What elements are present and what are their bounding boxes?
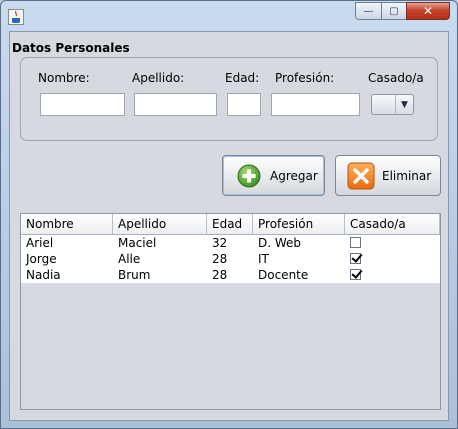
maximize-icon: ▢ <box>389 5 399 17</box>
edad-label: Edad: <box>225 71 260 85</box>
table-row[interactable]: Ariel Maciel 32 D. Web <box>21 235 440 251</box>
delete-button[interactable]: Eliminar <box>335 155 441 196</box>
minimize-icon: — <box>363 5 374 17</box>
casado-checkbox[interactable] <box>350 269 361 280</box>
add-button-label: Agregar <box>270 168 318 183</box>
cell-casado[interactable] <box>345 251 440 267</box>
maximize-button[interactable]: ▢ <box>381 2 406 20</box>
edad-input[interactable] <box>227 93 261 116</box>
profesion-label: Profesión: <box>275 71 335 85</box>
window-controls: — ▢ ✕ <box>355 2 450 21</box>
cell-profesion[interactable]: IT <box>253 251 345 267</box>
casado-checkbox[interactable] <box>350 253 361 264</box>
add-button[interactable]: Agregar <box>222 155 325 196</box>
column-header-profesion[interactable]: Profesión <box>253 214 345 234</box>
casado-combobox[interactable]: ▼ <box>371 94 414 115</box>
table-header: Nombre Apellido Edad Profesión Casado/a <box>21 214 440 235</box>
casado-checkbox[interactable] <box>350 237 361 248</box>
personal-data-panel: Nombre: Apellido: Edad: Profesión: Casad… <box>20 57 438 141</box>
column-header-edad[interactable]: Edad <box>207 214 253 234</box>
chevron-down-icon[interactable]: ▼ <box>395 95 413 114</box>
plus-icon <box>237 164 261 187</box>
close-button[interactable]: ✕ <box>406 2 450 20</box>
cell-profesion[interactable]: D. Web <box>253 235 345 251</box>
nombre-label: Nombre: <box>38 71 90 85</box>
apellido-label: Apellido: <box>132 71 185 85</box>
close-icon: ✕ <box>422 4 434 18</box>
column-header-nombre[interactable]: Nombre <box>21 214 113 234</box>
apellido-input[interactable] <box>134 93 217 116</box>
cell-nombre[interactable]: Jorge <box>21 251 113 267</box>
content-pane: Datos Personales Nombre: Apellido: Edad:… <box>9 31 449 421</box>
cell-edad[interactable]: 28 <box>207 251 253 267</box>
section-title: Datos Personales <box>12 41 130 55</box>
nombre-input[interactable] <box>40 93 125 116</box>
casado-label: Casado/a <box>368 71 424 85</box>
cell-nombre[interactable]: Ariel <box>21 235 113 251</box>
delete-button-label: Eliminar <box>382 168 432 183</box>
column-header-casado[interactable]: Casado/a <box>345 214 440 234</box>
cell-apellido[interactable]: Brum <box>113 267 207 283</box>
minimize-button[interactable]: — <box>355 2 381 20</box>
cell-edad[interactable]: 32 <box>207 235 253 251</box>
cell-casado[interactable] <box>345 235 440 251</box>
cell-apellido[interactable]: Alle <box>113 251 207 267</box>
table-row[interactable]: Jorge Alle 28 IT <box>21 251 440 267</box>
app-window: — ▢ ✕ Datos Personales Nombre: Apellido:… <box>0 0 458 429</box>
java-app-icon[interactable] <box>8 9 24 25</box>
table-body: Ariel Maciel 32 D. Web Jorge Alle 28 IT … <box>21 235 440 283</box>
cell-apellido[interactable]: Maciel <box>113 235 207 251</box>
cell-profesion[interactable]: Docente <box>253 267 345 283</box>
cell-nombre[interactable]: Nadia <box>21 267 113 283</box>
people-table: Nombre Apellido Edad Profesión Casado/a … <box>20 213 441 410</box>
profesion-input[interactable] <box>271 93 360 116</box>
table-row[interactable]: Nadia Brum 28 Docente <box>21 267 440 283</box>
delete-icon <box>347 162 375 189</box>
cell-casado[interactable] <box>345 267 440 283</box>
title-bar[interactable]: — ▢ ✕ <box>1 1 457 31</box>
column-header-apellido[interactable]: Apellido <box>113 214 207 234</box>
cell-edad[interactable]: 28 <box>207 267 253 283</box>
